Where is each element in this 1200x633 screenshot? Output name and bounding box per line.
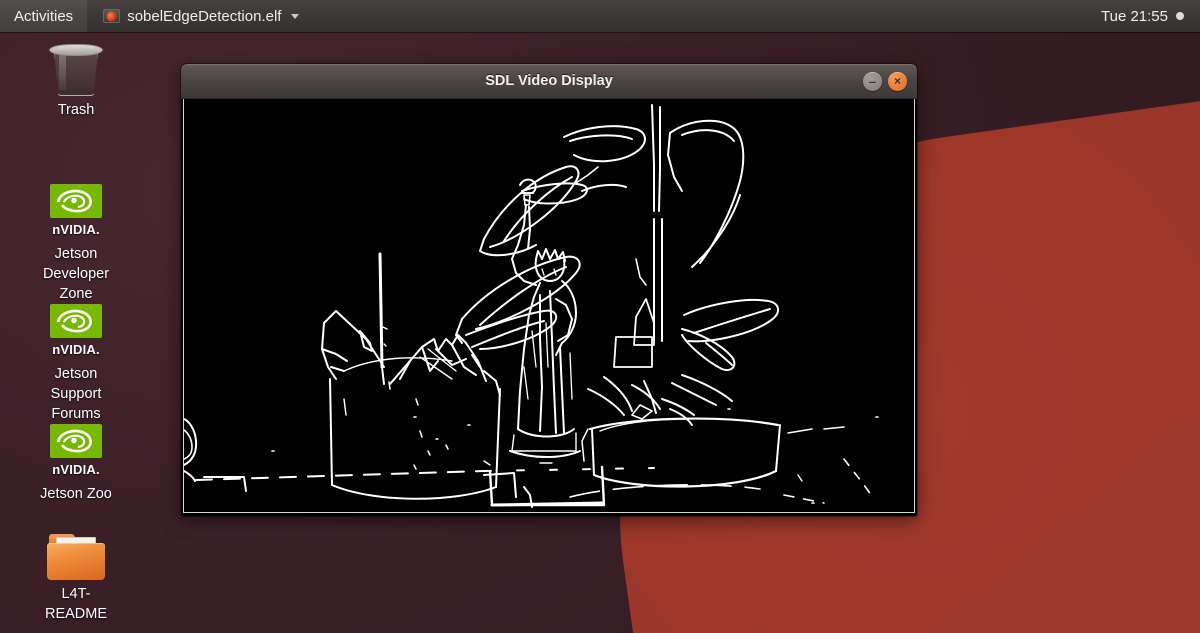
desktop-icon-trash[interactable]: Trash xyxy=(21,38,131,120)
desktop-icon-label: Jetson Developer Zone xyxy=(42,246,110,302)
app-menu-label: sobelEdgeDetection.elf xyxy=(127,7,282,25)
window-title: SDL Video Display xyxy=(485,73,613,89)
desktop-icon-jetson-developer-zone[interactable]: nVIDIA. Jetson Developer Zone xyxy=(21,182,131,304)
top-panel: Activities sobelEdgeDetection.elf Tue 21… xyxy=(0,0,1200,32)
nvidia-logo-icon: nVIDIA. xyxy=(21,422,131,480)
desktop-icon-jetson-support-forums[interactable]: nVIDIA. Jetson Support Forums xyxy=(21,302,131,424)
nvidia-logo-icon: nVIDIA. xyxy=(21,182,131,240)
sdl-video-canvas[interactable] xyxy=(183,99,915,513)
folder-icon xyxy=(21,522,131,580)
nvidia-eye-icon xyxy=(56,189,92,213)
window-controls: – × xyxy=(863,71,917,91)
desktop-icon-label: L4T- README xyxy=(44,586,108,622)
window-title-bar[interactable]: SDL Video Display – × xyxy=(181,64,917,99)
notification-dot-icon xyxy=(1176,12,1184,20)
close-icon: × xyxy=(893,74,901,88)
desktop-icon-label: Trash xyxy=(57,102,95,118)
nvidia-wordmark: nVIDIA. xyxy=(52,222,100,237)
minimize-icon: – xyxy=(868,73,877,89)
desktop-icon-jetson-zoo[interactable]: nVIDIA. Jetson Zoo xyxy=(21,422,131,504)
activities-label: Activities xyxy=(14,7,74,25)
nvidia-eye-icon xyxy=(56,309,92,333)
trash-can-icon xyxy=(21,38,131,96)
app-menu-button[interactable]: sobelEdgeDetection.elf xyxy=(95,0,307,32)
chevron-down-icon xyxy=(291,13,300,19)
nvidia-eye-icon xyxy=(56,429,92,453)
sdl-video-window[interactable]: SDL Video Display – × xyxy=(181,64,917,516)
sobel-app-icon xyxy=(103,9,121,23)
desktop-icon-label: Jetson Support Forums xyxy=(50,366,102,422)
sobel-edge-output xyxy=(184,99,914,511)
activities-button[interactable]: Activities xyxy=(0,0,88,32)
minimize-button[interactable]: – xyxy=(863,71,882,91)
clock-menu[interactable]: Tue 21:55 xyxy=(1101,8,1200,25)
close-button[interactable]: × xyxy=(888,71,907,91)
clock-label: Tue 21:55 xyxy=(1101,7,1168,25)
desktop-icon-l4t-readme[interactable]: L4T- README xyxy=(21,522,131,624)
nvidia-wordmark: nVIDIA. xyxy=(52,342,100,357)
desktop-icon-label: Jetson Zoo xyxy=(40,486,112,502)
nvidia-wordmark: nVIDIA. xyxy=(52,462,100,477)
nvidia-logo-icon: nVIDIA. xyxy=(21,302,131,360)
